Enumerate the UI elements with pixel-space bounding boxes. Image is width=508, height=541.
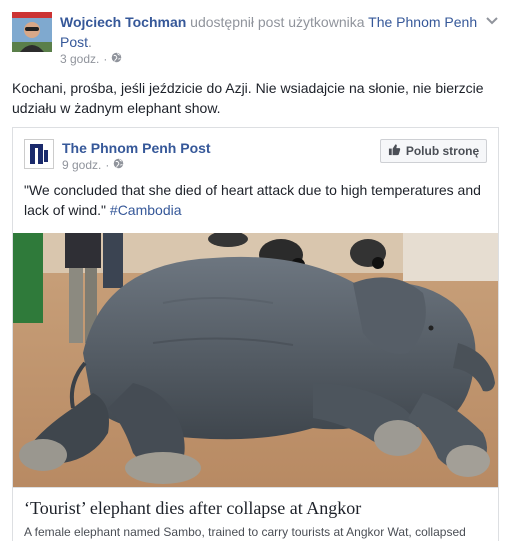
article-image[interactable] <box>13 233 498 487</box>
post-header: Wojciech Tochman udostępnił post użytkow… <box>60 12 480 52</box>
shared-post-text: "We concluded that she died of heart att… <box>24 180 489 220</box>
hashtag-link[interactable]: #Cambodia <box>110 202 182 218</box>
post-meta: 3 godz. · <box>60 52 122 66</box>
article-description: A female elephant named Sambo, trained t… <box>24 525 466 539</box>
share-suffix: . <box>88 34 92 50</box>
shared-post-quote: "We concluded that she died of heart att… <box>24 182 481 218</box>
post-timestamp[interactable]: 3 godz. <box>60 52 99 66</box>
author-avatar[interactable] <box>12 12 52 52</box>
article-title[interactable]: ‘Tourist’ elephant dies after collapse a… <box>24 498 361 519</box>
shared-post-timestamp[interactable]: 9 godz. <box>62 158 101 172</box>
page-name[interactable]: The Phnom Penh Post <box>62 140 211 156</box>
like-page-label: Polub stronę <box>405 144 480 158</box>
thumbs-up-icon <box>388 143 401 159</box>
chevron-down-icon[interactable] <box>484 12 500 28</box>
globe-icon <box>113 158 124 172</box>
feed-post: Wojciech Tochman udostępnił post użytkow… <box>0 0 508 541</box>
globe-icon <box>111 52 122 66</box>
shared-post-meta: 9 godz. · <box>62 158 124 172</box>
author-name[interactable]: Wojciech Tochman <box>60 14 186 30</box>
shared-post-card: The Phnom Penh Post 9 godz. · Polub stro… <box>12 127 499 541</box>
like-page-button[interactable]: Polub stronę <box>380 139 487 163</box>
meta-separator: · <box>103 52 108 66</box>
post-message: Kochani, prośba, jeśli jeździcie do Azji… <box>12 80 484 116</box>
article-link-box[interactable]: ‘Tourist’ elephant dies after collapse a… <box>13 487 498 541</box>
page-logo[interactable] <box>24 139 54 169</box>
meta-separator: · <box>105 158 110 172</box>
share-text: udostępnił post użytkownika <box>190 14 365 30</box>
